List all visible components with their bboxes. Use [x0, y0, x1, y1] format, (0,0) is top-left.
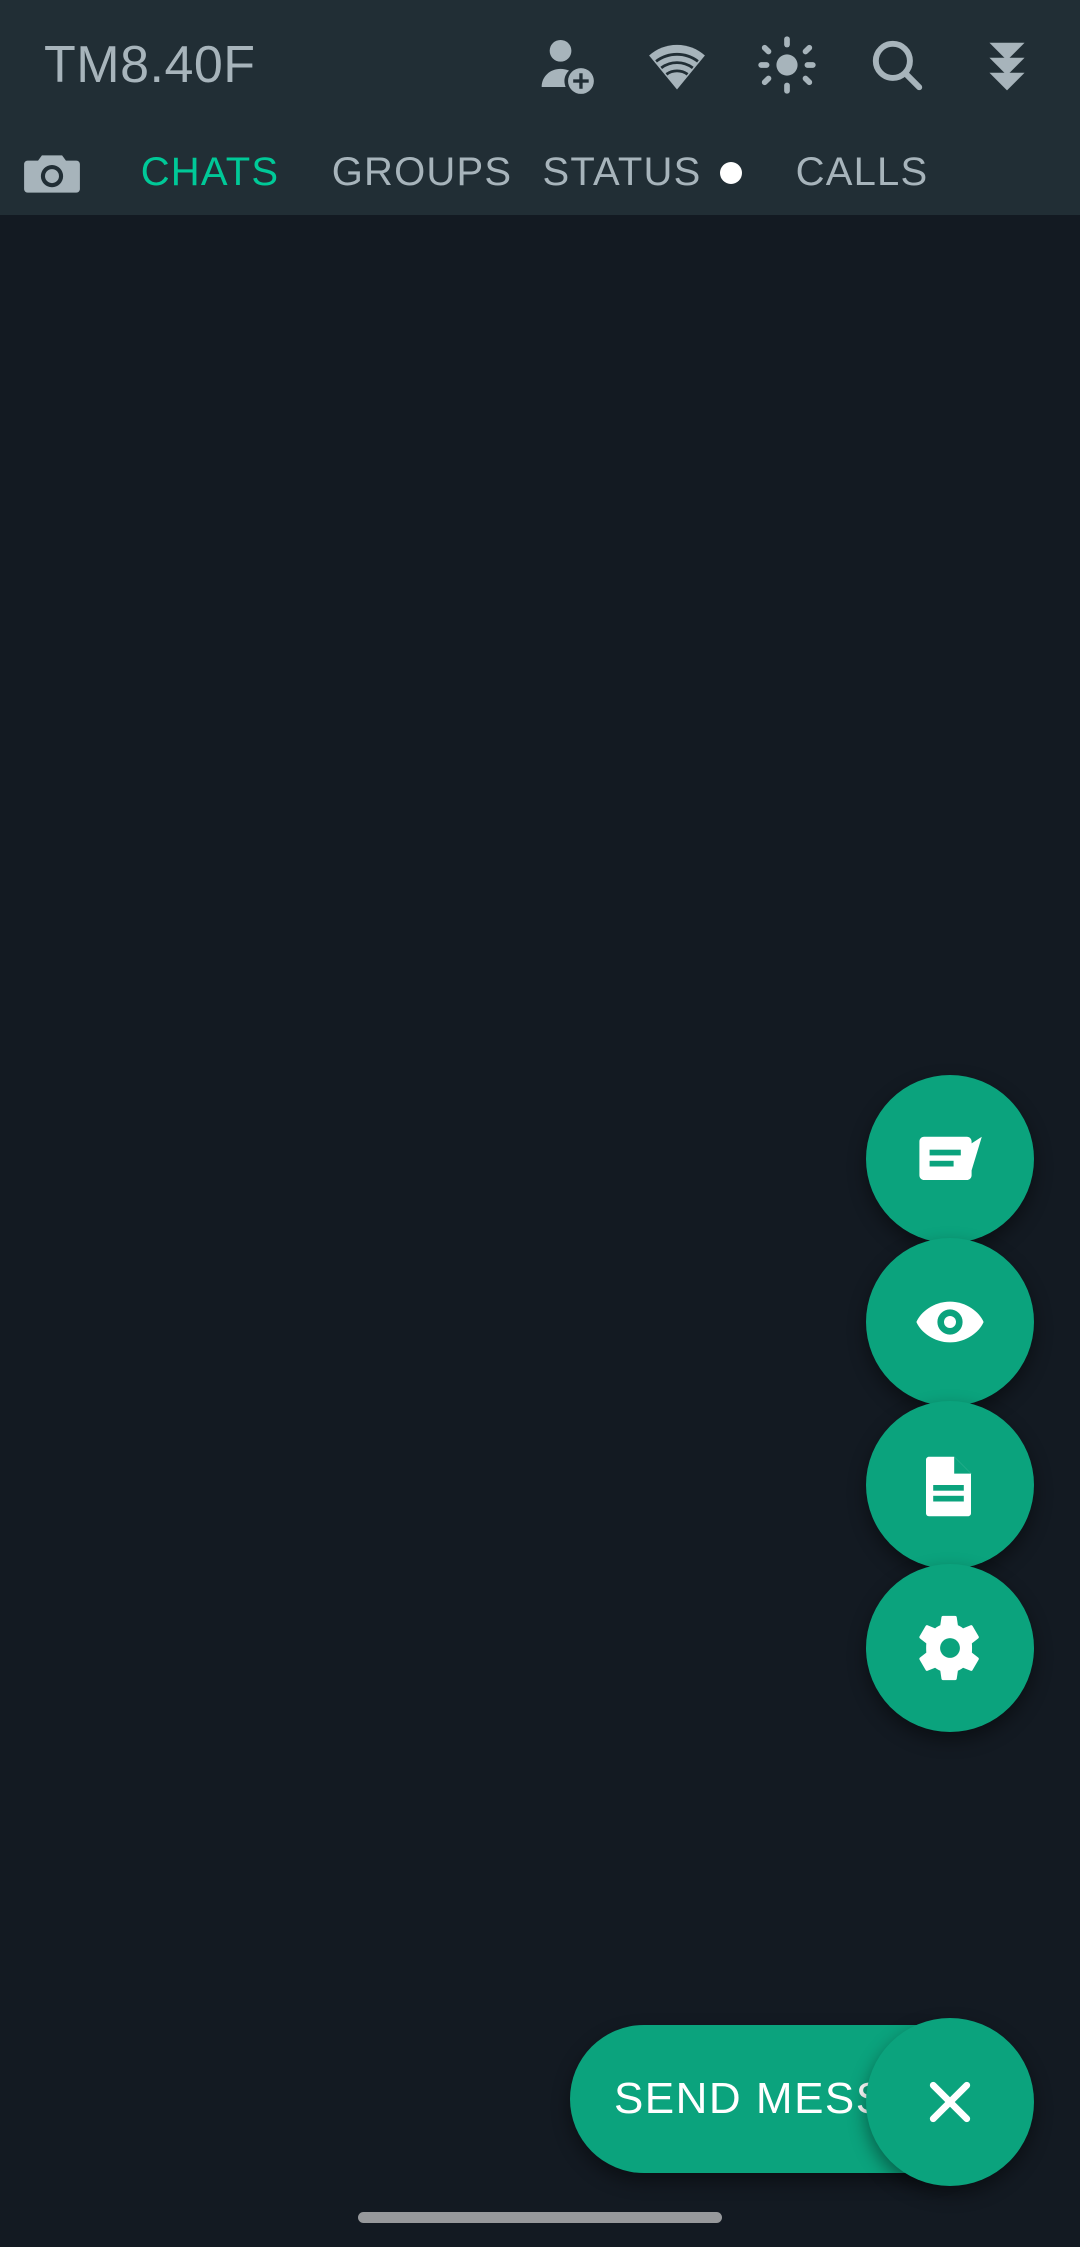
tab-chats[interactable]: CHATS [104, 130, 316, 215]
status-unread-dot [719, 161, 742, 184]
app-bar: TM8.40F CHATS GROUPS STATUS CALLS [0, 0, 1080, 312]
double-chevron-down-icon[interactable] [952, 10, 1062, 120]
message-bubble-icon [919, 1136, 982, 1180]
tab-status-label: STATUS [542, 150, 702, 194]
document-icon [926, 1456, 971, 1517]
fab-document[interactable] [866, 1401, 1034, 1569]
gear-icon [919, 1615, 979, 1681]
app-bar-actions [512, 10, 1080, 120]
fab-close[interactable] [866, 2018, 1034, 2186]
add-person-icon[interactable] [512, 10, 622, 120]
brightness-icon[interactable] [732, 10, 842, 120]
app-bar-top-row: TM8.40F [0, 0, 1080, 130]
fab-view[interactable] [866, 1238, 1034, 1406]
page-title: TM8.40F [44, 36, 256, 94]
tab-groups[interactable]: GROUPS [316, 130, 528, 215]
wifi-icon[interactable] [622, 10, 732, 120]
camera-icon[interactable] [0, 130, 104, 215]
fab-settings[interactable] [866, 1564, 1034, 1732]
search-icon[interactable] [842, 10, 952, 120]
eye-icon [916, 1301, 984, 1343]
tab-calls[interactable]: CALLS [756, 130, 968, 215]
phone-screen: TM8.40F CHATS GROUPS STATUS CALLS SEND M… [0, 0, 1080, 2247]
tab-calls-label: CALLS [795, 150, 929, 194]
close-icon [929, 2081, 971, 2123]
tab-groups-label: GROUPS [331, 150, 513, 194]
home-gesture-bar[interactable] [358, 2212, 722, 2223]
tab-bar: CHATS GROUPS STATUS CALLS [0, 130, 1080, 215]
tab-chats-label: CHATS [140, 150, 280, 194]
fab-new-message[interactable] [866, 1075, 1034, 1243]
tab-status[interactable]: STATUS [528, 130, 756, 215]
